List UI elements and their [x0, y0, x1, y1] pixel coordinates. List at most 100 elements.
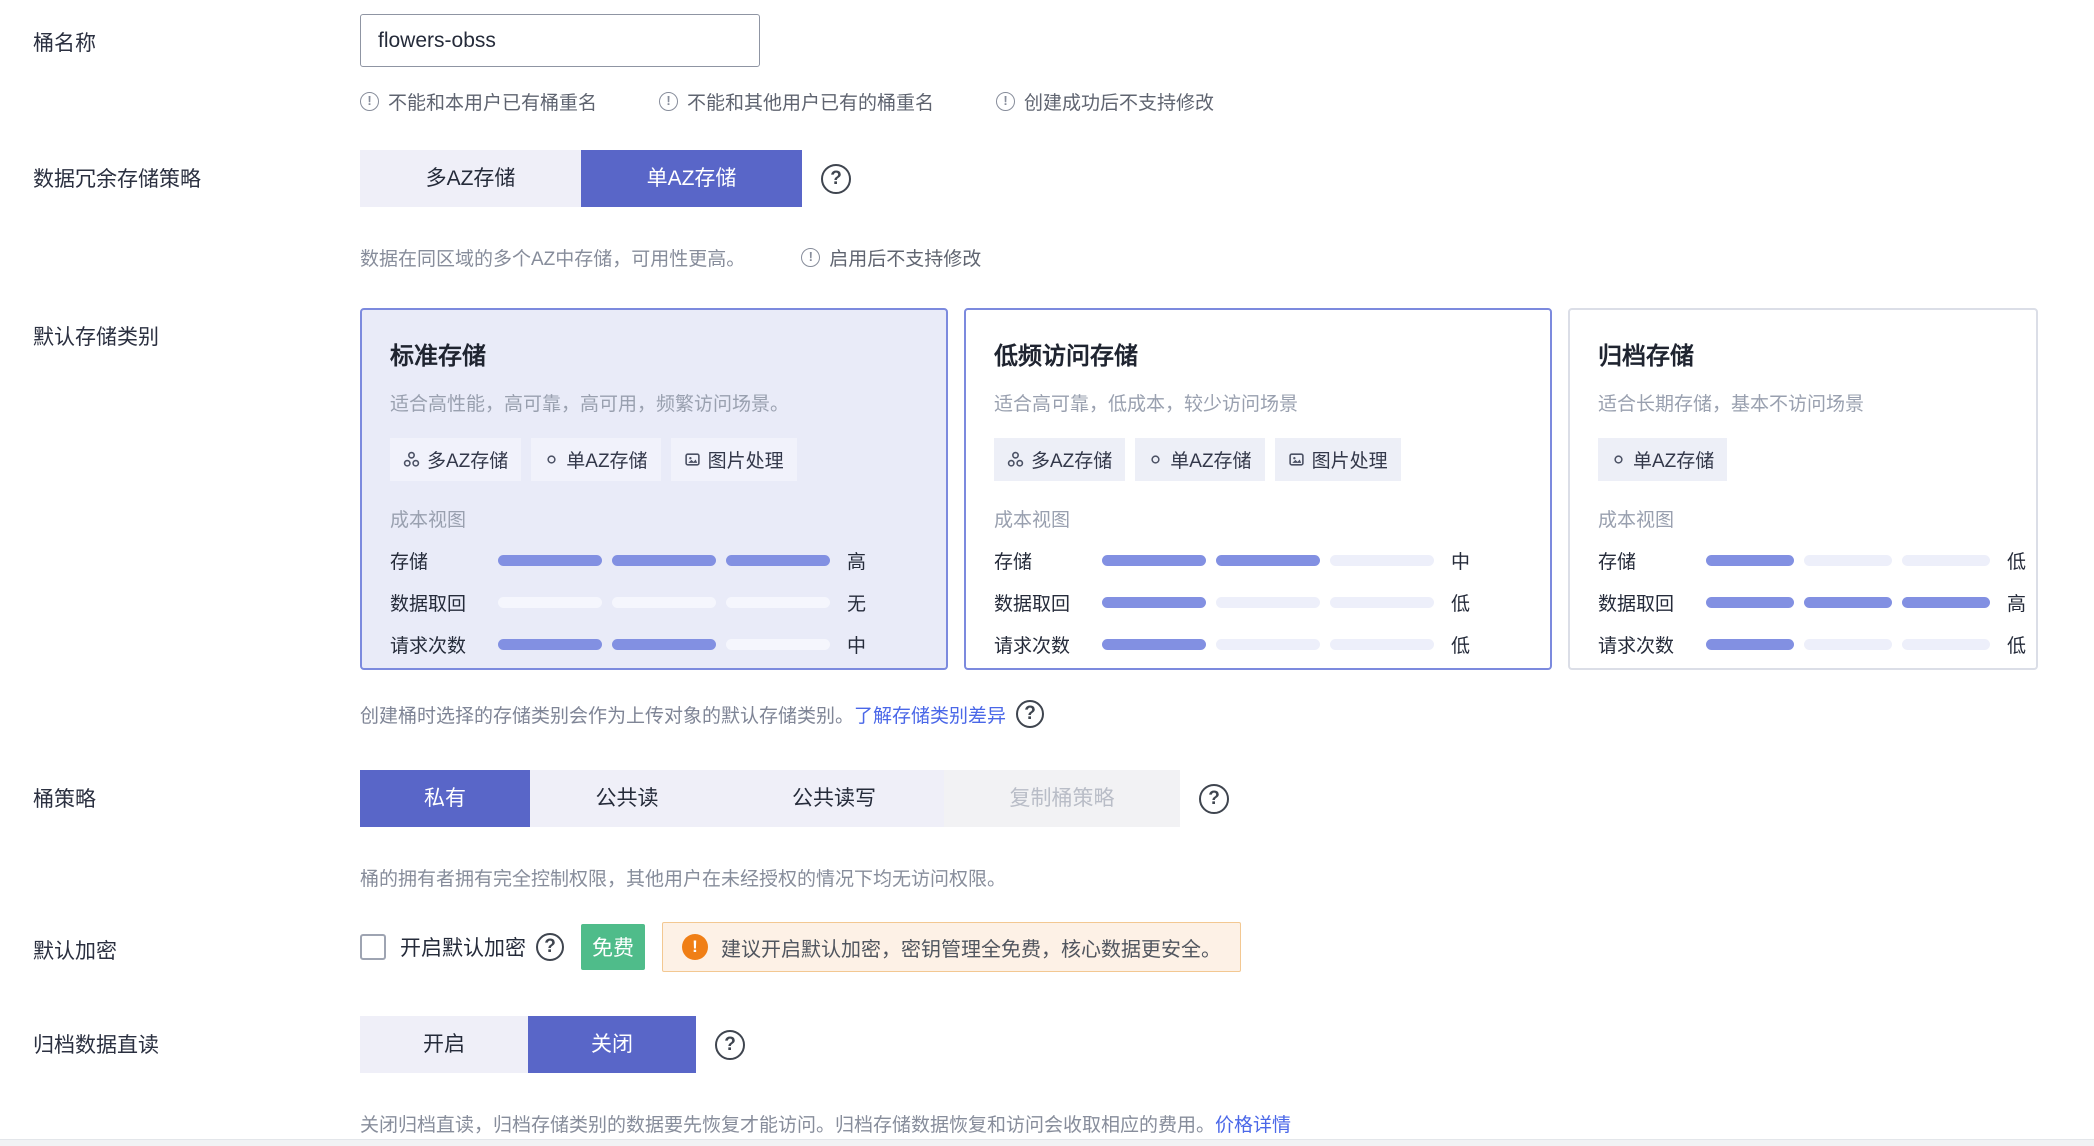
redundancy-desc: 数据在同区域的多个AZ中存储，可用性更高。 [360, 249, 746, 270]
footer-strip [0, 1139, 2094, 1146]
cost-view-title: 成本视图 [1598, 510, 1675, 531]
help-icon[interactable] [536, 933, 564, 961]
archive-read-desc: 关闭归档直读，归档存储类别的数据要先恢复才能访问。归档存储数据恢复和访问会收取相… [360, 1115, 1292, 1136]
tag-image-processing: 图片处理 [1274, 438, 1401, 481]
card-title: 低频访问存储 [994, 343, 1138, 370]
help-icon[interactable] [1016, 700, 1045, 728]
cost-level: 低 [2007, 636, 2027, 657]
storage-class-card-standard[interactable]: 标准存储 适合高性能，高可靠，高可用，频繁访问场景。 多AZ存储 单AZ存储 图… [360, 308, 948, 670]
cost-level: 低 [2007, 552, 2027, 573]
multi-az-icon [403, 451, 420, 467]
hint-text: 不能和其他用户已有的桶重名 [687, 93, 935, 114]
multi-az-icon [1007, 451, 1024, 467]
bucket-name-label: 桶名称 [33, 32, 96, 55]
cost-bar [1102, 597, 1434, 608]
single-az-icon [547, 455, 556, 464]
archive-read-section: 归档数据直读 开启 关闭 关闭归档直读，归档存储类别的数据要先恢复才能访问。归档… [0, 1016, 2094, 1137]
encryption-label: 默认加密 [33, 940, 117, 963]
free-badge: 免费 [581, 924, 645, 970]
info-icon [659, 92, 679, 111]
tag-multi-az: 多AZ存储 [390, 438, 522, 481]
create-bucket-form: 桶名称 不能和本用户已有桶重名 不能和其他用户已有的桶重名 创建成功后不支持修改 [0, 0, 2094, 1146]
cost-bar [1706, 639, 1990, 650]
cost-bar [1706, 597, 1990, 608]
bucket-name-hints: 不能和本用户已有桶重名 不能和其他用户已有的桶重名 创建成功后不支持修改 [360, 88, 2094, 115]
storage-class-label: 默认存储类别 [33, 326, 159, 349]
encryption-section: 默认加密 开启默认加密 免费 建议开启默认加密，密钥管理全免费，核心数据更安全。 [0, 922, 2094, 972]
warning-text: 建议开启默认加密，密钥管理全免费，核心数据更安全。 [721, 938, 1221, 961]
single-az-icon [1151, 455, 1160, 464]
single-az-icon [1614, 455, 1623, 464]
cost-row-storage: 存储 低 [1598, 547, 2026, 574]
card-desc: 适合长期存储，基本不访问场景 [1598, 394, 1865, 415]
card-desc: 适合高可靠，低成本，较少访问场景 [994, 394, 1299, 415]
cost-view-title: 成本视图 [994, 510, 1071, 531]
cost-bar [498, 555, 830, 566]
image-processing-icon [1288, 453, 1304, 466]
tag-image-processing: 图片处理 [670, 438, 797, 481]
card-title: 归档存储 [1598, 343, 1694, 370]
encryption-checkbox-label: 开启默认加密 [400, 937, 526, 960]
redundancy-section: 数据冗余存储策略 多AZ存储 单AZ存储 数据在同区域的多个AZ中存储，可用性更… [0, 150, 2094, 271]
cost-bar [1102, 555, 1434, 566]
storage-class-card-archive[interactable]: 归档存储 适合长期存储，基本不访问场景 单AZ存储 成本视图 存储 低 数据取回… [1568, 308, 2038, 670]
cost-row-storage: 存储 中 [994, 547, 1522, 574]
cost-level: 高 [847, 552, 867, 573]
cost-bar [498, 639, 830, 650]
storage-class-card-infrequent[interactable]: 低频访问存储 适合高可靠，低成本，较少访问场景 多AZ存储 单AZ存储 图片处理… [964, 308, 1552, 670]
cost-level: 低 [1451, 636, 1471, 657]
help-icon[interactable] [1199, 783, 1229, 814]
storage-class-section: 默认存储类别 标准存储 适合高性能，高可靠，高可用，频繁访问场景。 多AZ存储 … [0, 308, 2094, 728]
policy-public-read-write-option[interactable]: 公共读写 [724, 770, 944, 827]
hint-text: 不能和本用户已有桶重名 [388, 93, 598, 114]
cost-row-requests: 请求次数 中 [390, 631, 918, 658]
help-icon[interactable] [821, 163, 851, 194]
bucket-policy-section: 桶策略 私有 公共读 公共读写 复制桶策略 桶的拥有者拥有完全控制权限，其他用户… [0, 770, 2094, 891]
hint-item: 创建成功后不支持修改 [996, 88, 1214, 115]
bucket-name-input[interactable] [360, 14, 760, 67]
archive-read-off-option[interactable]: 关闭 [528, 1016, 696, 1073]
image-processing-icon [684, 453, 700, 466]
cost-level: 高 [2007, 594, 2027, 615]
cost-bar [1706, 555, 1990, 566]
cost-row-retrieval: 数据取回 低 [994, 589, 1522, 616]
hint-item: 不能和其他用户已有的桶重名 [659, 88, 934, 115]
policy-desc: 桶的拥有者拥有完全控制权限，其他用户在未经授权的情况下均无访问权限。 [360, 869, 1007, 890]
encryption-warning-box: 建议开启默认加密，密钥管理全免费，核心数据更安全。 [662, 922, 1241, 972]
cost-level: 中 [1451, 552, 1471, 573]
price-details-link[interactable]: 价格详情 [1215, 1115, 1291, 1136]
single-az-option[interactable]: 单AZ存储 [581, 150, 802, 207]
hint-item: 不能和本用户已有桶重名 [360, 88, 597, 115]
card-desc: 适合高性能，高可靠，高可用，频繁访问场景。 [390, 394, 790, 415]
cost-row-storage: 存储 高 [390, 547, 918, 574]
cost-level: 无 [847, 594, 867, 615]
hint-text: 创建成功后不支持修改 [1024, 93, 1215, 114]
cost-row-retrieval: 数据取回 无 [390, 589, 918, 616]
policy-public-read-option[interactable]: 公共读 [530, 770, 724, 827]
cost-bar [498, 597, 830, 608]
policy-private-option[interactable]: 私有 [360, 770, 530, 827]
bucket-name-section: 桶名称 不能和本用户已有桶重名 不能和其他用户已有的桶重名 创建成功后不支持修改 [0, 14, 2094, 115]
cost-row-retrieval: 数据取回 高 [1598, 589, 2026, 616]
redundancy-label: 数据冗余存储策略 [33, 168, 201, 191]
info-icon [360, 92, 379, 111]
help-icon[interactable] [715, 1029, 745, 1060]
cost-level: 低 [1451, 594, 1471, 615]
bucket-policy-label: 桶策略 [33, 788, 96, 811]
info-icon [996, 92, 1016, 111]
tag-single-az: 单AZ存储 [1598, 438, 1728, 481]
default-encryption-checkbox[interactable] [360, 934, 386, 960]
info-icon [801, 248, 821, 267]
policy-copy-option[interactable]: 复制桶策略 [944, 770, 1180, 827]
archive-read-on-option[interactable]: 开启 [360, 1016, 528, 1073]
tag-single-az: 单AZ存储 [1135, 438, 1265, 481]
cost-level: 中 [847, 636, 867, 657]
card-title: 标准存储 [390, 343, 486, 370]
warning-icon [682, 934, 708, 960]
multi-az-option[interactable]: 多AZ存储 [360, 150, 581, 207]
tag-single-az: 单AZ存储 [531, 438, 661, 481]
storage-class-footnote: 创建桶时选择的存储类别会作为上传对象的默认存储类别。 [360, 705, 855, 727]
cost-row-requests: 请求次数 低 [994, 631, 1522, 658]
storage-class-diff-link[interactable]: 了解存储类别差异 [854, 701, 1006, 728]
tag-multi-az: 多AZ存储 [994, 438, 1126, 481]
